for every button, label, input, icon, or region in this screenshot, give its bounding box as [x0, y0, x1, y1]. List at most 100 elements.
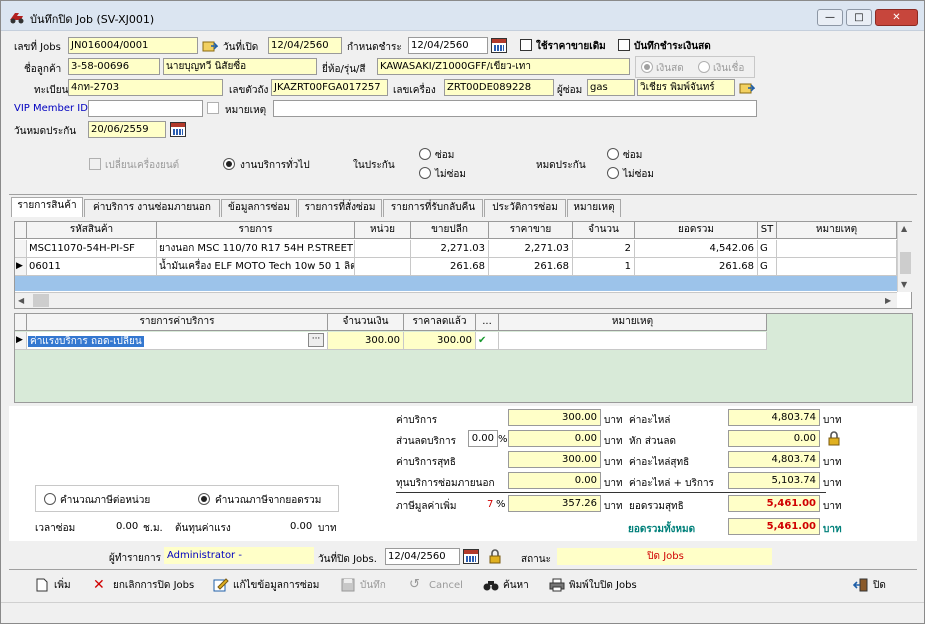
discount-field[interactable]: 0.00 [508, 430, 601, 447]
calc-unit-radio[interactable] [44, 493, 56, 505]
table-cell[interactable]: 2,271.03 [489, 240, 573, 258]
credit-radio[interactable] [698, 61, 710, 73]
scroll-thumb[interactable] [33, 294, 49, 307]
col-note[interactable]: หมายเหตุ [777, 222, 897, 239]
record-cash-checkbox[interactable] [618, 39, 630, 51]
table-cell[interactable]: MSC11070-54H-PI-SF [27, 240, 157, 258]
col-flag[interactable]: ... [476, 314, 499, 331]
cancel-button[interactable]: ↺ Cancel [409, 576, 463, 596]
use-old-price-checkbox[interactable] [520, 39, 532, 51]
scroll-right-icon[interactable]: ▶ [885, 296, 891, 305]
lock-icon[interactable] [488, 549, 502, 564]
change-engine-checkbox[interactable] [89, 158, 101, 170]
net-parts-field[interactable]: 4,803.74 [728, 451, 820, 468]
tab-services[interactable]: ค่าบริการ งานซ่อมภายนอก [84, 199, 220, 217]
repair-radio[interactable] [419, 148, 431, 160]
col-code[interactable]: รหัสสินค้า [27, 222, 157, 239]
net-total-field[interactable]: 5,461.00 [728, 495, 820, 512]
check-icon[interactable]: ✔ [476, 332, 499, 350]
repair-radio-2[interactable] [607, 148, 619, 160]
parts-service-field[interactable]: 5,103.74 [728, 472, 820, 489]
outside-field[interactable]: 0.00 [508, 472, 601, 489]
open-date-field[interactable]: 12/04/2560 [268, 37, 342, 54]
job-no-field[interactable]: JN016004/0001 [68, 37, 198, 54]
table-cell[interactable]: น้ำมันเครื่อง ELF MOTO Tech 10w 50 1 ลิต… [157, 258, 355, 276]
mechanic-name-field[interactable]: วิเชียร พิมพ์จันทร์ [637, 79, 735, 96]
mechanic-lookup-icon[interactable] [739, 81, 755, 95]
no-repair-radio-2[interactable] [607, 167, 619, 179]
tab-history[interactable]: ประวัติการซ่อม [484, 199, 566, 217]
brand-field[interactable]: KAWASAKI/Z1000GFF/เขียว-เทา [377, 58, 630, 75]
ellipsis-button[interactable]: ··· [308, 333, 324, 347]
table-cell[interactable] [355, 240, 411, 258]
lookup-icon[interactable] [202, 39, 218, 53]
scroll-left-icon[interactable]: ◀ [18, 296, 24, 305]
table-cell[interactable]: 300.00 [404, 332, 476, 350]
service-cell[interactable]: ค่าแรงบริการ ถอด-เปลี่ยน ··· [27, 332, 328, 350]
table-cell[interactable]: 2,271.03 [411, 240, 489, 258]
scroll-thumb-vertical[interactable] [900, 252, 911, 274]
col-unit[interactable]: หน่วย [355, 222, 411, 239]
service-field[interactable]: 300.00 [508, 409, 601, 426]
find-button[interactable]: ค้นหา [483, 576, 529, 596]
chassis-field[interactable]: JKAZRT00FGA017257 [271, 79, 388, 96]
vip-field[interactable] [88, 100, 203, 117]
table-cell[interactable]: 4,542.06 [635, 240, 758, 258]
exit-button[interactable]: ปิด [853, 576, 886, 596]
mechanic-code-field[interactable]: gas [587, 79, 635, 96]
print-button[interactable]: พิมพ์ใบปิด Jobs [549, 576, 637, 596]
edit-repair-button[interactable]: แก้ไขข้อมูลการซ่อม [213, 576, 319, 596]
scroll-down-icon[interactable]: ▼ [901, 280, 907, 289]
table-cell[interactable]: G [758, 240, 777, 258]
grand-total-field[interactable]: 5,461.00 [728, 518, 820, 535]
close-date-field[interactable]: 12/04/2560 [385, 548, 460, 565]
col-service[interactable]: รายการค่าบริการ [27, 314, 328, 331]
table-cell[interactable]: 261.68 [635, 258, 758, 276]
table-cell[interactable]: 300.00 [328, 332, 404, 350]
deduct-field[interactable]: 0.00 [728, 430, 820, 447]
tab-ordered[interactable]: รายการที่สั่งซ่อม [298, 199, 382, 217]
service-name[interactable]: ค่าแรงบริการ ถอด-เปลี่ยน [28, 336, 144, 347]
tab-repair-info[interactable]: ข้อมูลการซ่อม [221, 199, 297, 217]
minimize-button[interactable]: — [817, 9, 843, 26]
customer-code-field[interactable]: 3-58-00696 [68, 58, 160, 75]
no-repair-radio[interactable] [419, 167, 431, 179]
col-desc[interactable]: รายการ [157, 222, 355, 239]
discount-pct-field[interactable]: 0.00 [468, 430, 498, 447]
col-qty[interactable]: จำนวน [573, 222, 635, 239]
engine-field[interactable]: ZRT00DE089228 [444, 79, 554, 96]
parts-field[interactable]: 4,803.74 [728, 409, 820, 426]
customer-name-field[interactable]: นายบุญทวี นิสัยซื่อ [163, 58, 317, 75]
calendar-icon[interactable] [491, 38, 507, 53]
table-cell[interactable]: ยางนอก MSC 110/70 R17 54H P.STREET [157, 240, 355, 258]
col-discounted[interactable]: ราคาลดแล้ว [404, 314, 476, 331]
add-button[interactable]: เพิ่ม [34, 576, 71, 596]
note-field[interactable] [273, 100, 757, 117]
due-date-field[interactable]: 12/04/2560 [408, 37, 488, 54]
note-checkbox[interactable] [207, 102, 219, 114]
plate-field[interactable]: 4กท-2703 [68, 79, 223, 96]
table-cell[interactable] [777, 240, 897, 258]
table-cell[interactable]: 261.68 [411, 258, 489, 276]
table-cell[interactable] [355, 258, 411, 276]
maximize-button[interactable]: □ [846, 9, 872, 26]
close-date-calendar-icon[interactable] [463, 549, 479, 564]
lock-icon[interactable] [827, 431, 841, 446]
table-cell[interactable] [777, 258, 897, 276]
col-price[interactable]: ราคาขาย [489, 222, 573, 239]
table-cell[interactable]: 1 [573, 258, 635, 276]
table-cell[interactable]: 261.68 [489, 258, 573, 276]
col-service-note[interactable]: หมายเหตุ [499, 314, 767, 331]
close-button[interactable]: ✕ [875, 9, 918, 26]
tab-notes[interactable]: หมายเหตุ [567, 199, 621, 217]
calc-total-radio[interactable] [198, 493, 210, 505]
scroll-up-icon[interactable]: ▲ [901, 224, 907, 233]
col-total[interactable]: ยอดรวม [635, 222, 758, 239]
col-retail[interactable]: ขายปลีก [411, 222, 489, 239]
warranty-field[interactable]: 20/06/2559 [88, 121, 166, 138]
table-cell[interactable]: 06011 [27, 258, 157, 276]
selected-row[interactable] [15, 276, 897, 291]
tab-returned[interactable]: รายการที่รับกลับคืน [383, 199, 483, 217]
general-service-radio[interactable] [223, 158, 235, 170]
vertical-scrollbar[interactable]: ▲ ▼ [897, 222, 912, 292]
